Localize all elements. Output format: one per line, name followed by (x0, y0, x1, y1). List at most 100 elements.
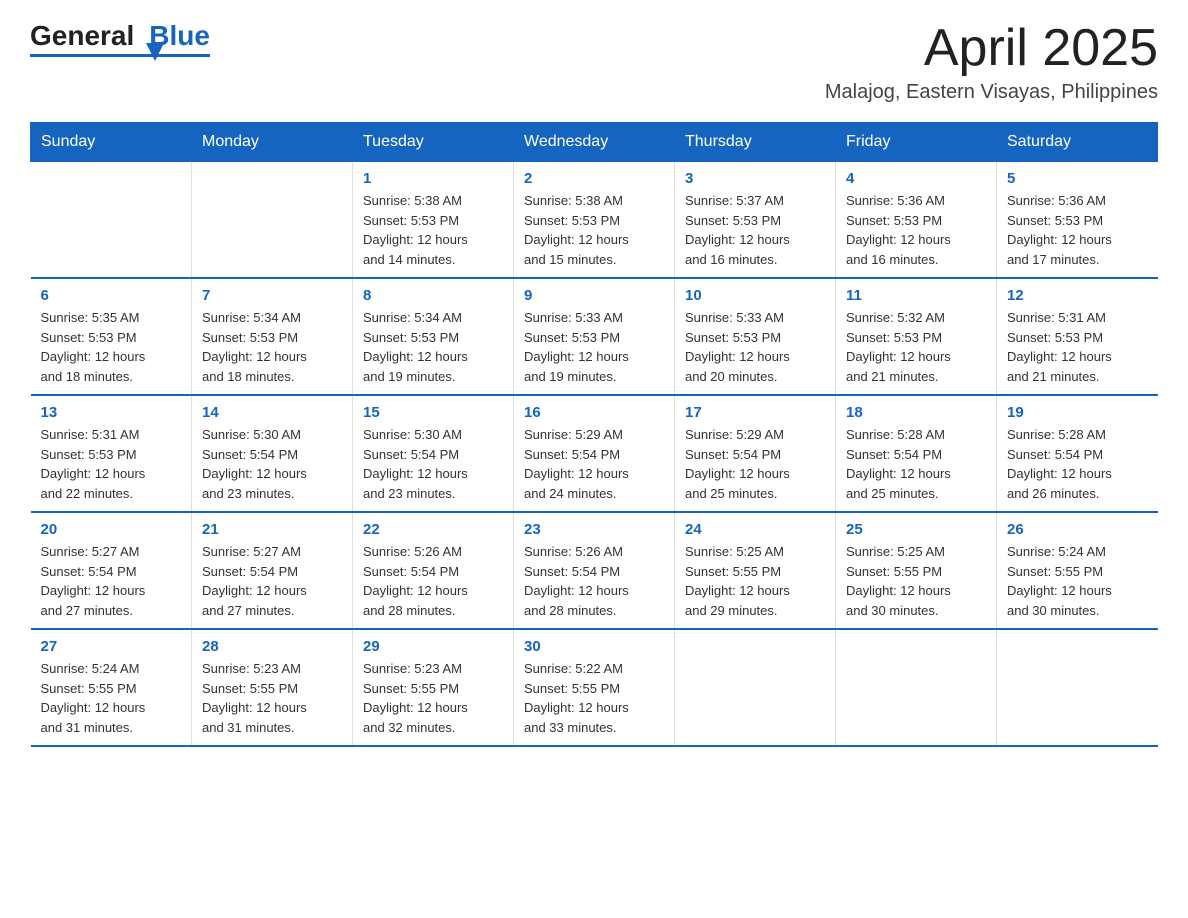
day-info: Sunrise: 5:38 AM Sunset: 5:53 PM Dayligh… (363, 191, 503, 269)
calendar-cell: 7 Sunrise: 5:34 AM Sunset: 5:53 PM Daylig… (192, 278, 353, 395)
week-row-4: 20 Sunrise: 5:27 AM Sunset: 5:54 PM Dayli… (31, 512, 1158, 629)
day-number: 8 (363, 287, 503, 304)
calendar-cell: 22Sunrise: 5:26 AM Sunset: 5:54 PM Dayli… (353, 512, 514, 629)
calendar-cell: 2 Sunrise: 5:38 AM Sunset: 5:53 PM Daylig… (514, 162, 675, 279)
day-number: 14 (202, 404, 342, 421)
header-cell-saturday: Saturday (997, 123, 1158, 162)
day-number: 18 (846, 404, 986, 421)
day-info: Sunrise: 5:33 AM Sunset: 5:53 PM Dayligh… (685, 308, 825, 386)
calendar-cell (192, 162, 353, 279)
day-info: Sunrise: 5:37 AM Sunset: 5:53 PM Dayligh… (685, 191, 825, 269)
logo-general-text: General (30, 20, 134, 52)
day-number: 6 (41, 287, 182, 304)
calendar-body: 1 Sunrise: 5:38 AM Sunset: 5:53 PM Daylig… (31, 162, 1158, 747)
calendar-cell: 28 Sunrise: 5:23 AM Sunset: 5:55 PM Dayli… (192, 629, 353, 746)
calendar-table: SundayMondayTuesdayWednesdayThursdayFrid… (30, 122, 1158, 747)
day-number: 7 (202, 287, 342, 304)
day-info: Sunrise: 5:36 AM Sunset: 5:53 PM Dayligh… (1007, 191, 1148, 269)
day-info: Sunrise: 5:29 AM Sunset: 5:54 PM Dayligh… (524, 425, 664, 503)
day-number: 26 (1007, 521, 1148, 538)
calendar-cell: 30Sunrise: 5:22 AM Sunset: 5:55 PM Dayli… (514, 629, 675, 746)
day-info: Sunrise: 5:30 AM Sunset: 5:54 PM Dayligh… (202, 425, 342, 503)
calendar-cell: 3 Sunrise: 5:37 AM Sunset: 5:53 PM Daylig… (675, 162, 836, 279)
header-right: April 2025 Malajog, Eastern Visayas, Phi… (825, 20, 1158, 104)
day-info: Sunrise: 5:25 AM Sunset: 5:55 PM Dayligh… (846, 542, 986, 620)
day-info: Sunrise: 5:29 AM Sunset: 5:54 PM Dayligh… (685, 425, 825, 503)
header-cell-wednesday: Wednesday (514, 123, 675, 162)
calendar-cell: 15 Sunrise: 5:30 AM Sunset: 5:54 PM Dayli… (353, 395, 514, 512)
day-number: 4 (846, 170, 986, 187)
day-info: Sunrise: 5:38 AM Sunset: 5:53 PM Dayligh… (524, 191, 664, 269)
calendar-cell: 23Sunrise: 5:26 AM Sunset: 5:54 PM Dayli… (514, 512, 675, 629)
calendar-cell: 11Sunrise: 5:32 AM Sunset: 5:53 PM Dayli… (836, 278, 997, 395)
header-row: SundayMondayTuesdayWednesdayThursdayFrid… (31, 123, 1158, 162)
day-number: 9 (524, 287, 664, 304)
month-title: April 2025 (825, 20, 1158, 77)
day-info: Sunrise: 5:27 AM Sunset: 5:54 PM Dayligh… (202, 542, 342, 620)
week-row-2: 6Sunrise: 5:35 AM Sunset: 5:53 PM Daylig… (31, 278, 1158, 395)
day-number: 29 (363, 638, 503, 655)
calendar-cell: 20 Sunrise: 5:27 AM Sunset: 5:54 PM Dayli… (31, 512, 192, 629)
week-row-5: 27 Sunrise: 5:24 AM Sunset: 5:55 PM Dayli… (31, 629, 1158, 746)
page-header: General Blue April 2025 Malajog, Eastern… (30, 20, 1158, 104)
header-cell-sunday: Sunday (31, 123, 192, 162)
day-number: 2 (524, 170, 664, 187)
location-label: Malajog, Eastern Visayas, Philippines (825, 81, 1158, 104)
day-number: 30 (524, 638, 664, 655)
calendar-cell: 24Sunrise: 5:25 AM Sunset: 5:55 PM Dayli… (675, 512, 836, 629)
calendar-cell: 13 Sunrise: 5:31 AM Sunset: 5:53 PM Dayli… (31, 395, 192, 512)
day-number: 27 (41, 638, 182, 655)
day-info: Sunrise: 5:34 AM Sunset: 5:53 PM Dayligh… (202, 308, 342, 386)
day-number: 25 (846, 521, 986, 538)
day-info: Sunrise: 5:23 AM Sunset: 5:55 PM Dayligh… (363, 659, 503, 737)
day-number: 20 (41, 521, 182, 538)
week-row-1: 1 Sunrise: 5:38 AM Sunset: 5:53 PM Daylig… (31, 162, 1158, 279)
day-info: Sunrise: 5:30 AM Sunset: 5:54 PM Dayligh… (363, 425, 503, 503)
calendar-header: SundayMondayTuesdayWednesdayThursdayFrid… (31, 123, 1158, 162)
day-number: 23 (524, 521, 664, 538)
day-info: Sunrise: 5:33 AM Sunset: 5:53 PM Dayligh… (524, 308, 664, 386)
calendar-cell: 10 Sunrise: 5:33 AM Sunset: 5:53 PM Dayli… (675, 278, 836, 395)
day-number: 5 (1007, 170, 1148, 187)
day-number: 19 (1007, 404, 1148, 421)
calendar-cell (997, 629, 1158, 746)
day-number: 28 (202, 638, 342, 655)
day-number: 11 (846, 287, 986, 304)
day-number: 12 (1007, 287, 1148, 304)
header-cell-thursday: Thursday (675, 123, 836, 162)
calendar-cell: 21 Sunrise: 5:27 AM Sunset: 5:54 PM Dayli… (192, 512, 353, 629)
day-number: 21 (202, 521, 342, 538)
calendar-cell: 18 Sunrise: 5:28 AM Sunset: 5:54 PM Dayli… (836, 395, 997, 512)
calendar-cell: 16Sunrise: 5:29 AM Sunset: 5:54 PM Dayli… (514, 395, 675, 512)
calendar-cell: 25 Sunrise: 5:25 AM Sunset: 5:55 PM Dayli… (836, 512, 997, 629)
calendar-cell (31, 162, 192, 279)
day-number: 17 (685, 404, 825, 421)
calendar-cell: 9 Sunrise: 5:33 AM Sunset: 5:53 PM Daylig… (514, 278, 675, 395)
day-info: Sunrise: 5:27 AM Sunset: 5:54 PM Dayligh… (41, 542, 182, 620)
logo-wordmark: General Blue (30, 20, 210, 52)
calendar-cell: 1 Sunrise: 5:38 AM Sunset: 5:53 PM Daylig… (353, 162, 514, 279)
day-info: Sunrise: 5:26 AM Sunset: 5:54 PM Dayligh… (363, 542, 503, 620)
day-info: Sunrise: 5:24 AM Sunset: 5:55 PM Dayligh… (41, 659, 182, 737)
day-number: 3 (685, 170, 825, 187)
calendar-cell: 6Sunrise: 5:35 AM Sunset: 5:53 PM Daylig… (31, 278, 192, 395)
calendar-cell: 4Sunrise: 5:36 AM Sunset: 5:53 PM Daylig… (836, 162, 997, 279)
day-number: 13 (41, 404, 182, 421)
calendar-cell (675, 629, 836, 746)
day-info: Sunrise: 5:28 AM Sunset: 5:54 PM Dayligh… (846, 425, 986, 503)
calendar-cell: 8Sunrise: 5:34 AM Sunset: 5:53 PM Daylig… (353, 278, 514, 395)
calendar-cell: 12 Sunrise: 5:31 AM Sunset: 5:53 PM Dayli… (997, 278, 1158, 395)
logo-blue-text: Blue (149, 20, 210, 52)
day-number: 24 (685, 521, 825, 538)
day-info: Sunrise: 5:31 AM Sunset: 5:53 PM Dayligh… (41, 425, 182, 503)
logo: General Blue (30, 20, 210, 57)
day-info: Sunrise: 5:31 AM Sunset: 5:53 PM Dayligh… (1007, 308, 1148, 386)
day-info: Sunrise: 5:23 AM Sunset: 5:55 PM Dayligh… (202, 659, 342, 737)
calendar-cell: 27 Sunrise: 5:24 AM Sunset: 5:55 PM Dayli… (31, 629, 192, 746)
day-number: 1 (363, 170, 503, 187)
day-number: 10 (685, 287, 825, 304)
calendar-cell: 5 Sunrise: 5:36 AM Sunset: 5:53 PM Daylig… (997, 162, 1158, 279)
header-cell-friday: Friday (836, 123, 997, 162)
day-number: 15 (363, 404, 503, 421)
calendar-cell: 17 Sunrise: 5:29 AM Sunset: 5:54 PM Dayli… (675, 395, 836, 512)
